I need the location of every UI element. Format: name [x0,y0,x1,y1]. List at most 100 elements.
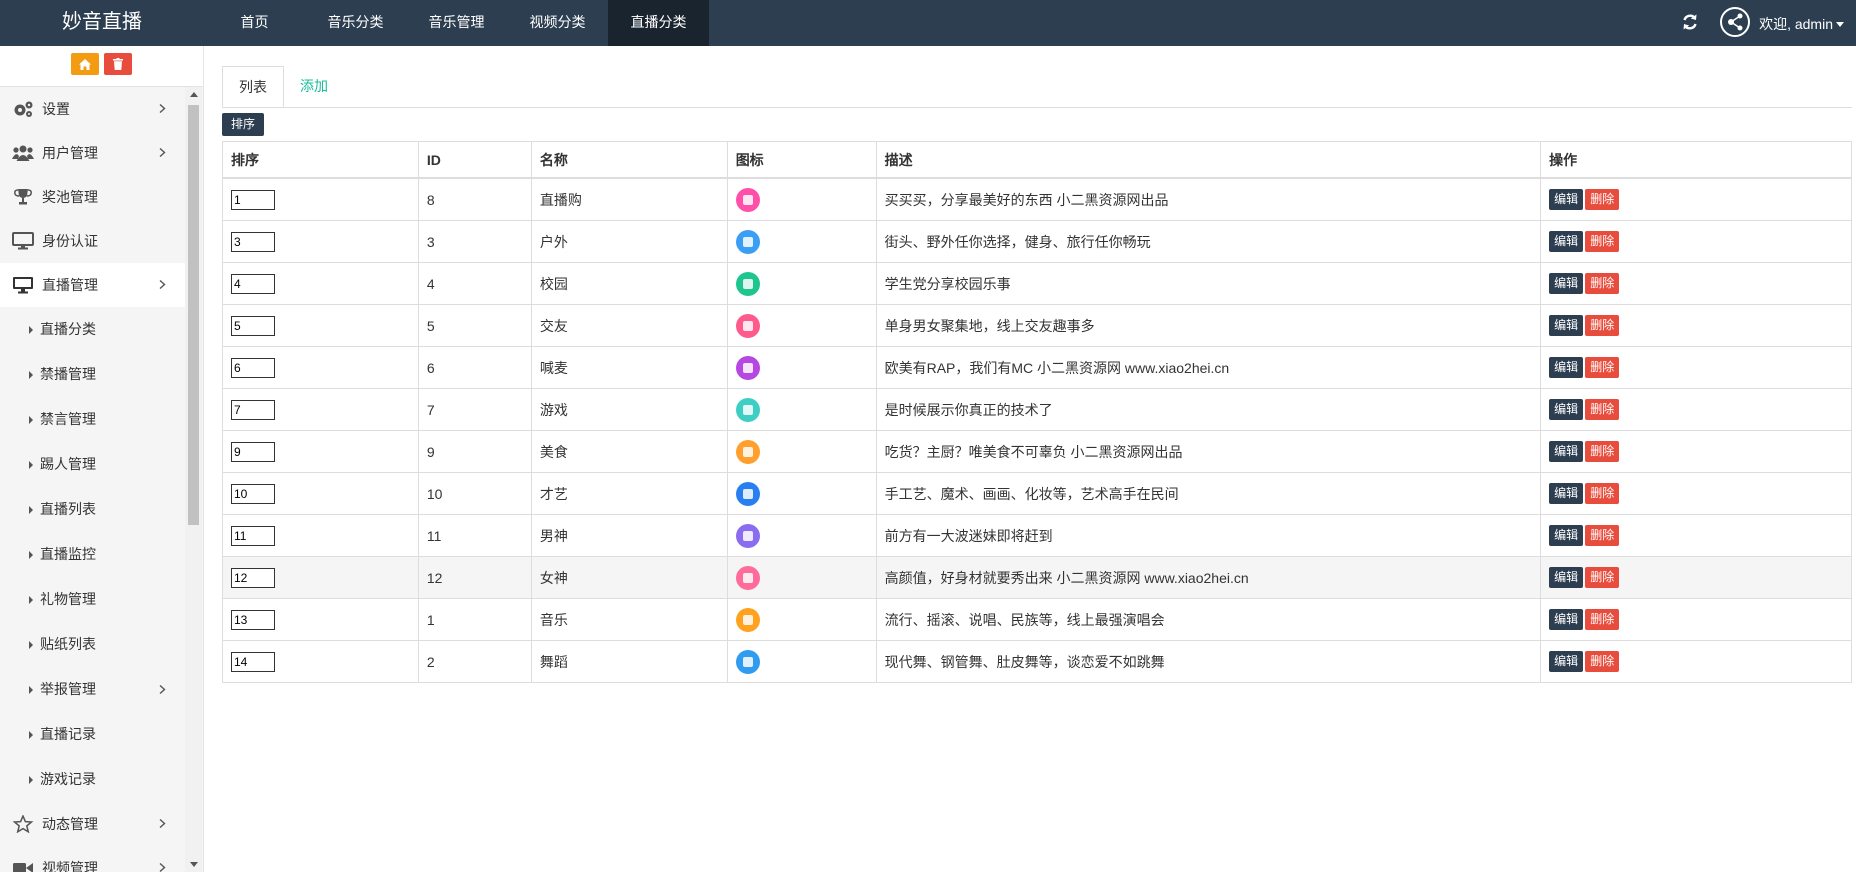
cell-order [222,430,419,473]
cell-id: 6 [417,346,532,389]
delete-button[interactable]: 删除 [1585,483,1620,504]
cell-actions: 编辑 删除 [1540,346,1852,389]
user-menu[interactable]: 欢迎, admin [1759,14,1844,34]
clear-cache-button[interactable] [104,53,132,75]
order-input[interactable] [231,441,275,462]
edit-button[interactable]: 编辑 [1549,609,1584,630]
cell-description: 现代舞、钢管舞、肚皮舞等，谈恋爱不如跳舞 [875,640,1542,683]
sidebar-subitem-live-monitor[interactable]: 直播监控 [0,532,185,577]
delete-button[interactable]: 删除 [1585,357,1620,378]
order-input[interactable] [231,651,275,672]
delete-button[interactable]: 删除 [1585,399,1620,420]
order-input[interactable] [231,483,275,504]
sidebar-item-settings[interactable]: 设置 [0,87,185,131]
delete-button[interactable]: 删除 [1585,609,1620,630]
sidebar-subitem-game-records[interactable]: 游戏记录 [0,757,185,802]
cell-description: 学生党分享校园乐事 [875,262,1542,305]
sidebar-item-label: 设置 [42,101,70,117]
tab-add[interactable]: 添加 [284,66,344,107]
sidebar-subitem-live-list[interactable]: 直播列表 [0,487,185,532]
edit-button[interactable]: 编辑 [1549,231,1584,252]
sidebar-subitem-live-category[interactable]: 直播分类 [0,307,185,352]
edit-button[interactable]: 编辑 [1549,273,1584,294]
edit-button[interactable]: 编辑 [1549,567,1584,588]
edit-button[interactable]: 编辑 [1549,399,1584,420]
sidebar-subitem-stickers[interactable]: 贴纸列表 [0,622,185,667]
avatar[interactable] [1720,7,1750,37]
sidebar-subitem-gifts[interactable]: 礼物管理 [0,577,185,622]
refresh-icon[interactable] [1680,12,1700,32]
sidebar-item-live-manage[interactable]: 直播管理 [0,263,185,307]
scroll-thumb[interactable] [188,105,199,525]
order-input[interactable] [231,231,275,252]
sidebar-subitem-reports[interactable]: 举报管理 [0,667,185,712]
column-header-name: 名称 [530,141,728,179]
sidebar-item-videos[interactable]: 视频管理 [0,846,185,872]
delete-button[interactable]: 删除 [1585,525,1620,546]
home-button[interactable] [71,53,99,75]
edit-button[interactable]: 编辑 [1549,651,1584,672]
order-input[interactable] [231,189,275,210]
edit-button[interactable]: 编辑 [1549,315,1584,336]
sidebar-subitem-kick[interactable]: 踢人管理 [0,442,185,487]
cell-id: 2 [417,640,532,683]
edit-button[interactable]: 编辑 [1549,441,1584,462]
category-icon [735,313,760,338]
scroll-up-icon[interactable] [190,92,198,97]
cell-name: 交友 [530,304,728,347]
table-row: 1音乐 流行、摇滚、说唱、民族等，线上最强演唱会编辑删除 [222,598,1852,641]
chevron-right-icon [159,104,166,113]
delete-button[interactable]: 删除 [1585,651,1620,672]
sidebar-item-users[interactable]: 用户管理 [0,131,185,175]
caret-right-icon [29,326,33,334]
sort-button[interactable]: 排序 [222,113,265,136]
order-input[interactable] [231,567,275,588]
nav-music-manage[interactable]: 音乐管理 [406,0,507,46]
cell-order [222,514,419,557]
sidebar-item-moments[interactable]: 动态管理 [0,802,185,846]
order-input[interactable] [231,315,275,336]
table-row: 10才艺 手工艺、魔术、画画、化妆等，艺术高手在民间编辑删除 [222,472,1852,515]
delete-button[interactable]: 删除 [1585,441,1620,462]
edit-button[interactable]: 编辑 [1549,189,1584,210]
delete-button[interactable]: 删除 [1585,189,1620,210]
cell-order [222,262,419,305]
delete-button[interactable]: 删除 [1585,231,1620,252]
order-input[interactable] [231,273,275,294]
sidebar-subitem-label: 禁播管理 [40,366,96,382]
sidebar-subitem-label: 禁言管理 [40,411,96,427]
category-icon [735,607,760,632]
nav-video-category[interactable]: 视频分类 [507,0,608,46]
delete-button[interactable]: 删除 [1585,567,1620,588]
order-input[interactable] [231,399,275,420]
chevron-right-icon [159,819,166,828]
sidebar-subitem-live-records[interactable]: 直播记录 [0,712,185,757]
sidebar-item-identity[interactable]: 身份认证 [0,219,185,263]
monitor-icon [12,232,34,250]
edit-button[interactable]: 编辑 [1549,357,1584,378]
sidebar-subitem-mute[interactable]: 禁言管理 [0,397,185,442]
sidebar-item-prize-pool[interactable]: 奖池管理 [0,175,185,219]
order-input[interactable] [231,525,275,546]
scroll-down-icon[interactable] [190,862,198,867]
edit-button[interactable]: 编辑 [1549,525,1584,546]
sidebar-subitem-ban-live[interactable]: 禁播管理 [0,352,185,397]
delete-button[interactable]: 删除 [1585,273,1620,294]
users-icon [12,145,34,161]
order-input[interactable] [231,609,275,630]
brand-logo[interactable]: 妙音直播 [0,0,204,46]
cell-id: 7 [417,388,532,431]
star-icon [12,815,34,833]
cell-order [222,388,419,431]
cell-actions: 编辑 删除 [1540,220,1852,263]
edit-button[interactable]: 编辑 [1549,483,1584,504]
tab-list[interactable]: 列表 [222,66,284,107]
cell-actions: 编辑 删除 [1540,388,1852,431]
nav-live-category[interactable]: 直播分类 [608,0,709,46]
chevron-right-icon [159,685,166,694]
order-input[interactable] [231,357,275,378]
sidebar-scrollbar[interactable] [185,87,202,872]
delete-button[interactable]: 删除 [1585,315,1620,336]
nav-home[interactable]: 首页 [204,0,305,46]
nav-music-category[interactable]: 音乐分类 [305,0,406,46]
